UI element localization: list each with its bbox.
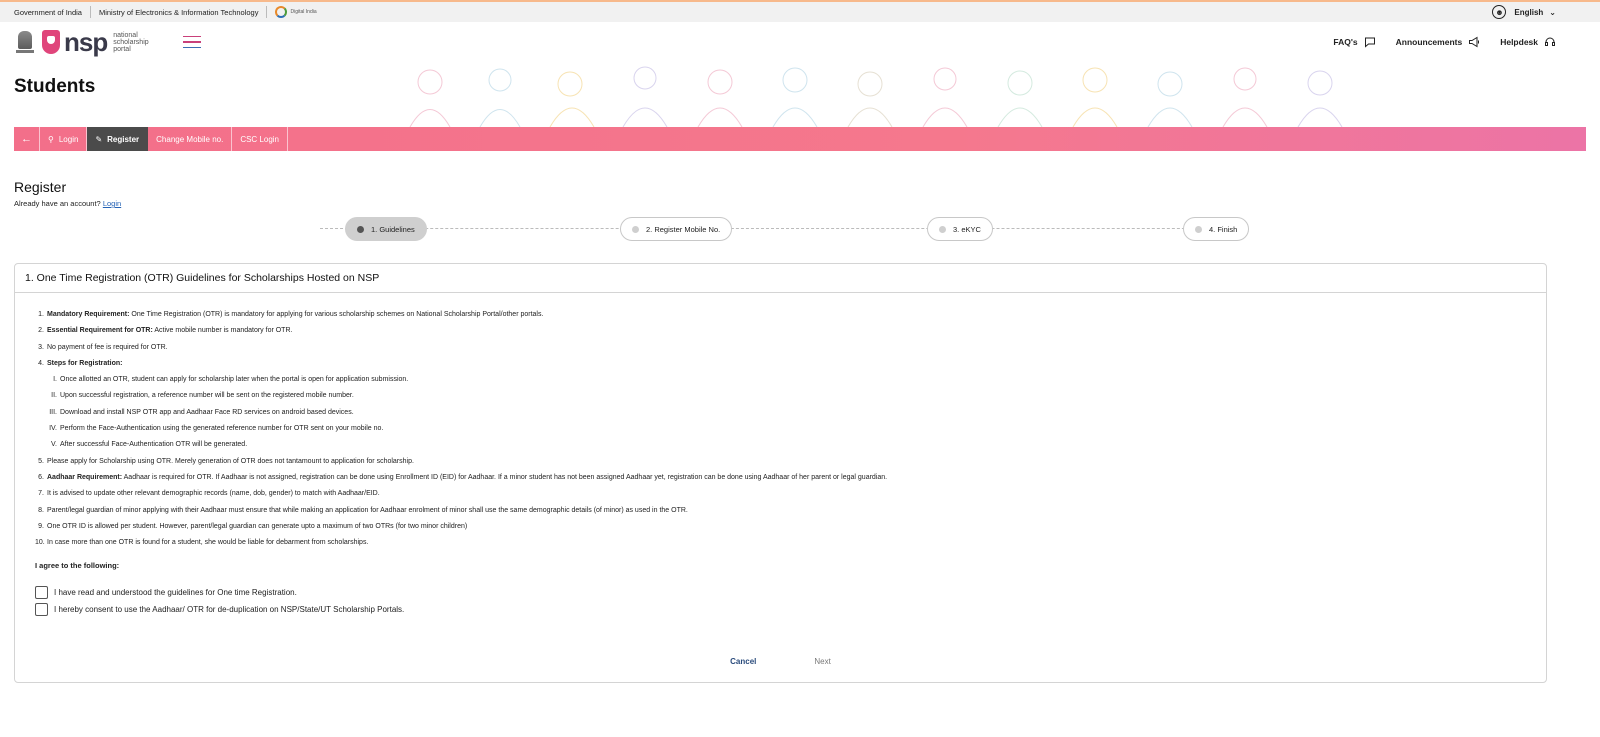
step-finish[interactable]: 4. Finish [1183, 217, 1250, 241]
consent-checkboxes: I have read and understood the guideline… [35, 584, 1526, 618]
already-account-text: Already have an account? Login [14, 199, 122, 208]
gov-link[interactable]: Government of India [14, 8, 82, 17]
cancel-button[interactable]: Cancel [730, 657, 756, 666]
faq-link[interactable]: FAQ's [1333, 36, 1375, 48]
tab-change-mobile[interactable]: Change Mobile no. [148, 127, 233, 151]
list-item: 3. No payment of fee is required for OTR. [38, 343, 168, 351]
list-item: 1. Mandatory Requirement: One Time Regist… [38, 311, 544, 318]
page-title: Students [14, 76, 96, 97]
list-item: I. Once allotted an OTR, student can appl… [53, 376, 409, 384]
tab-login[interactable]: ⚲ Login [40, 127, 88, 151]
aadhaar-consent-checkbox[interactable] [35, 603, 48, 617]
header-nav: FAQ's Announcements Helpdesk [1333, 36, 1556, 48]
digital-india-icon [275, 6, 288, 18]
list-item: 8. Parent/legal guardian of minor applyin… [38, 506, 688, 514]
list-item: IV. Perform the Face-Authentication using… [49, 425, 384, 433]
divider [266, 6, 268, 18]
chevron-down-icon: ⌄ [1549, 7, 1556, 17]
step-dot-icon [939, 225, 946, 233]
login-link[interactable]: Login [103, 199, 121, 208]
gov-bar: Government of India Ministry of Electron… [0, 0, 1600, 22]
guidelines-card: 1. One Time Registration (OTR) Guideline… [14, 263, 1547, 683]
list-item: 6. Aadhaar Requirement: Aadhaar is requir… [38, 473, 888, 481]
edit-icon: ✎ [95, 134, 103, 144]
accessibility-icon[interactable]: ☻ [1492, 5, 1507, 19]
step-ekyc[interactable]: 3. eKYC [927, 217, 993, 241]
step-dot-icon [632, 225, 639, 233]
agree-heading: I agree to the following: [35, 561, 120, 571]
list-item: 4. Steps for Registration: [38, 359, 123, 367]
list-item: II. Upon successful registration, a refer… [51, 392, 354, 400]
step-guidelines[interactable]: 1. Guidelines [345, 217, 427, 241]
tab-register[interactable]: ✎ Register [87, 127, 149, 151]
hero-banner: Students [0, 62, 1600, 127]
list-item: 10. In case more than one OTR is found fo… [35, 539, 369, 547]
megaphone-icon [1469, 36, 1480, 48]
guidelines-checkbox[interactable] [35, 586, 48, 600]
key-icon: ⚲ [48, 134, 54, 144]
headset-icon [1545, 37, 1555, 46]
list-item: V. After successful Face-Authentication O… [51, 441, 248, 449]
nsp-logo-subtitle: national scholarship portal [113, 31, 149, 53]
back-arrow-icon[interactable]: ← [14, 127, 40, 151]
divider [89, 6, 91, 18]
nsp-logo[interactable]: nsp national scholarship portal [42, 29, 149, 55]
registration-stepper: 1. Guidelines 2. Register Mobile No. 3. … [0, 216, 1600, 242]
national-emblem-logo [14, 27, 36, 57]
student-tabbar: ← ⚲ Login ✎ Register Change Mobile no. C… [14, 127, 1586, 151]
consent-row-aadhaar: I hereby consent to use the Aadhaar/ OTR… [35, 601, 1526, 618]
digital-india-logo[interactable]: Digital India [275, 6, 317, 18]
list-item: 2. Essential Requirement for OTR: Active … [38, 327, 293, 335]
list-item: 7. It is advised to update other relevant… [38, 490, 380, 498]
ministry-link[interactable]: Ministry of Electronics & Information Te… [99, 8, 259, 17]
list-item: 5. Please apply for Scholarship using OTR… [38, 457, 414, 465]
tab-csc-login[interactable]: CSC Login [232, 127, 288, 151]
helpdesk-link[interactable]: Helpdesk [1500, 36, 1556, 48]
menu-hamburger-icon[interactable] [182, 35, 201, 49]
guidelines-list: 1. Mandatory Requirement: One Time Regist… [35, 307, 1526, 551]
nsp-shield-icon [42, 30, 60, 54]
step-dot-icon [357, 225, 364, 233]
site-header: nsp national scholarship portal FAQ's An… [0, 22, 1600, 62]
card-title: 1. One Time Registration (OTR) Guideline… [15, 264, 1546, 293]
step-register-mobile[interactable]: 2. Register Mobile No. [620, 217, 733, 241]
list-item: 9. One OTR ID is allowed per student. How… [38, 522, 468, 530]
register-title: Register [14, 179, 67, 195]
list-item: III. Download and install NSP OTR app and… [49, 408, 354, 416]
stepper-line [320, 228, 1240, 229]
register-header: Register Already have an account? Login [0, 151, 1600, 208]
card-actions: Cancel Next [15, 657, 1546, 666]
next-button[interactable]: Next [814, 657, 830, 666]
step-dot-icon [1195, 225, 1202, 233]
consent-row-guidelines: I have read and understood the guideline… [35, 584, 1526, 601]
language-select[interactable]: English ⌄ [1514, 8, 1556, 17]
chat-bubble-icon [1364, 37, 1375, 48]
announcements-link[interactable]: Announcements [1396, 36, 1481, 48]
